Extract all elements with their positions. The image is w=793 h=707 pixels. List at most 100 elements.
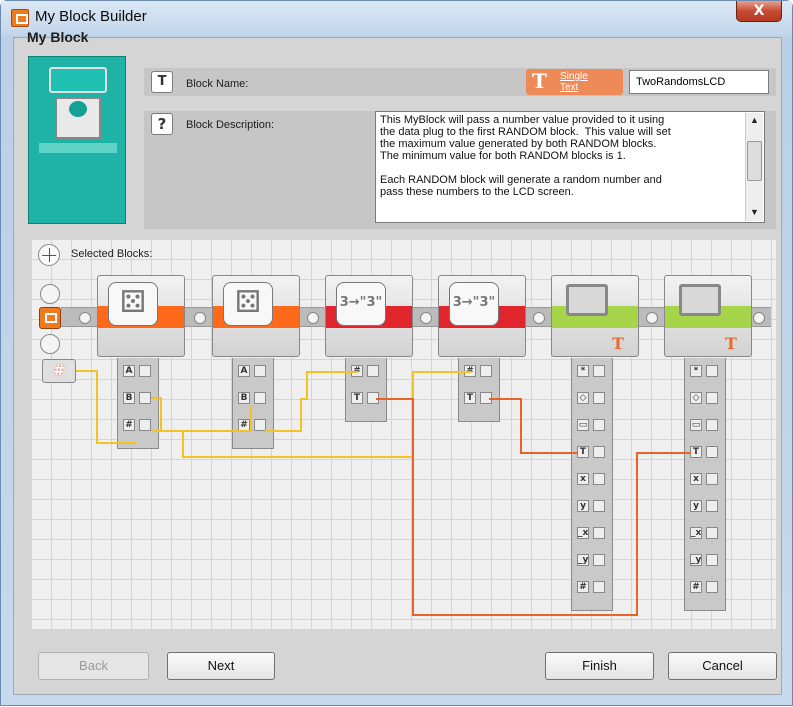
data-plug[interactable]: ◇ xyxy=(577,391,607,405)
block-name-input[interactable] xyxy=(629,70,769,94)
plug-output-socket[interactable] xyxy=(367,365,379,377)
plug-output-socket[interactable] xyxy=(706,500,718,512)
data-plug[interactable]: y xyxy=(690,499,720,513)
data-plug[interactable]: ▭ xyxy=(690,418,720,432)
plug-output-socket[interactable] xyxy=(706,392,718,404)
single-text-button[interactable]: T Single Text xyxy=(526,69,623,95)
data-plug[interactable]: * xyxy=(690,364,720,378)
plug-output-socket[interactable] xyxy=(593,581,605,593)
sequence-connector-end[interactable] xyxy=(753,312,765,324)
plug-output-socket[interactable] xyxy=(139,365,151,377)
plug-output-socket[interactable] xyxy=(593,392,605,404)
data-plug[interactable]: _x xyxy=(577,526,607,540)
plug-output-socket[interactable] xyxy=(139,392,151,404)
next-button[interactable]: Next xyxy=(167,652,275,680)
data-plug[interactable]: * xyxy=(577,364,607,378)
plug-output-socket[interactable] xyxy=(367,392,379,404)
data-plug[interactable]: A xyxy=(238,364,268,378)
sequence-connector[interactable] xyxy=(533,312,545,324)
data-plug[interactable]: ◇ xyxy=(690,391,720,405)
data-plug[interactable]: A xyxy=(123,364,153,378)
data-plug[interactable]: # xyxy=(464,364,494,378)
data-plug[interactable]: # xyxy=(238,418,268,432)
data-plug[interactable]: y xyxy=(577,499,607,513)
data-plug[interactable]: B xyxy=(238,391,268,405)
data-plug[interactable]: # xyxy=(577,580,607,594)
close-button[interactable]: X xyxy=(736,1,782,22)
data-plug[interactable]: # xyxy=(123,418,153,432)
plug-output-socket[interactable] xyxy=(706,365,718,377)
plug-output-socket[interactable] xyxy=(254,392,266,404)
block-description-textarea[interactable]: This MyBlock will pass a number value pr… xyxy=(375,111,765,223)
finish-button[interactable]: Finish xyxy=(545,652,654,680)
display-block[interactable]: T xyxy=(664,275,752,357)
plug-output-socket[interactable] xyxy=(706,473,718,485)
plug-type-label: B xyxy=(238,392,250,404)
sequence-port-top[interactable] xyxy=(40,284,60,304)
plug-output-socket[interactable] xyxy=(254,419,266,431)
data-plug[interactable]: T xyxy=(464,391,494,405)
plug-type-label: # xyxy=(464,365,476,377)
data-plug[interactable]: T xyxy=(351,391,381,405)
sequence-connector[interactable] xyxy=(194,312,206,324)
plug-output-socket[interactable] xyxy=(593,527,605,539)
plug-output-socket[interactable] xyxy=(593,500,605,512)
plug-output-socket[interactable] xyxy=(593,365,605,377)
window-title: My Block Builder xyxy=(35,8,147,25)
plug-output-socket[interactable] xyxy=(593,554,605,566)
number-to-text-icon: 3→"3" xyxy=(449,282,499,326)
plug-type-label: _y xyxy=(690,554,702,566)
text-mode-icon: T xyxy=(612,334,624,353)
data-plug[interactable]: x xyxy=(577,472,607,486)
display-block[interactable]: T xyxy=(551,275,639,357)
data-plug[interactable]: # xyxy=(351,364,381,378)
data-plug[interactable]: # xyxy=(690,580,720,594)
number-to-text-block[interactable]: 3→"3" xyxy=(438,275,526,357)
plug-output-socket[interactable] xyxy=(480,392,492,404)
sequence-connector[interactable] xyxy=(420,312,432,324)
my-block-io-icon xyxy=(39,307,61,329)
plug-output-socket[interactable] xyxy=(706,527,718,539)
data-plug[interactable]: B xyxy=(123,391,153,405)
sequence-connector[interactable] xyxy=(79,312,91,324)
plug-output-socket[interactable] xyxy=(706,554,718,566)
data-plug[interactable]: _y xyxy=(690,553,720,567)
description-scrollbar[interactable]: ▲ ▼ xyxy=(745,113,763,221)
random-block[interactable]: ⚄ xyxy=(97,275,185,357)
block-description-label: Block Description: xyxy=(186,119,275,131)
scroll-thumb[interactable] xyxy=(747,141,762,181)
number-to-text-block[interactable]: 3→"3" xyxy=(325,275,413,357)
data-plug[interactable]: T xyxy=(577,445,607,459)
plug-type-label: x xyxy=(690,473,702,485)
number-input-port[interactable]: # xyxy=(42,359,76,383)
sequence-connector[interactable] xyxy=(307,312,319,324)
plug-output-socket[interactable] xyxy=(593,419,605,431)
random-block[interactable]: ⚄ xyxy=(212,275,300,357)
data-plug[interactable]: ▭ xyxy=(577,418,607,432)
plug-output-socket[interactable] xyxy=(706,581,718,593)
plug-type-label: T xyxy=(577,446,589,458)
plug-output-socket[interactable] xyxy=(706,419,718,431)
plug-output-socket[interactable] xyxy=(139,419,151,431)
block-name-label: Block Name: xyxy=(186,78,249,90)
data-plug[interactable]: x xyxy=(690,472,720,486)
sequence-port-bottom[interactable] xyxy=(40,334,60,354)
title-bar[interactable]: My Block Builder X xyxy=(1,1,792,35)
cancel-button[interactable]: Cancel xyxy=(668,652,777,680)
plug-output-socket[interactable] xyxy=(706,446,718,458)
data-plug[interactable]: _y xyxy=(577,553,607,567)
plug-output-socket[interactable] xyxy=(480,365,492,377)
scroll-up-arrow-icon[interactable]: ▲ xyxy=(750,115,759,125)
scroll-down-arrow-icon[interactable]: ▼ xyxy=(750,207,759,217)
plug-output-socket[interactable] xyxy=(593,473,605,485)
plug-output-socket[interactable] xyxy=(593,446,605,458)
plug-output-socket[interactable] xyxy=(254,365,266,377)
sequence-connector[interactable] xyxy=(646,312,658,324)
plug-type-label: ◇ xyxy=(577,392,589,404)
data-plug[interactable]: T xyxy=(690,445,720,459)
my-block-section-label: My Block xyxy=(27,29,89,45)
dialog-window: My Block Builder X My Block T Block Name… xyxy=(0,0,793,706)
data-plug[interactable]: _x xyxy=(690,526,720,540)
back-button[interactable]: Back xyxy=(38,652,149,680)
my-block-icon[interactable] xyxy=(28,56,126,224)
